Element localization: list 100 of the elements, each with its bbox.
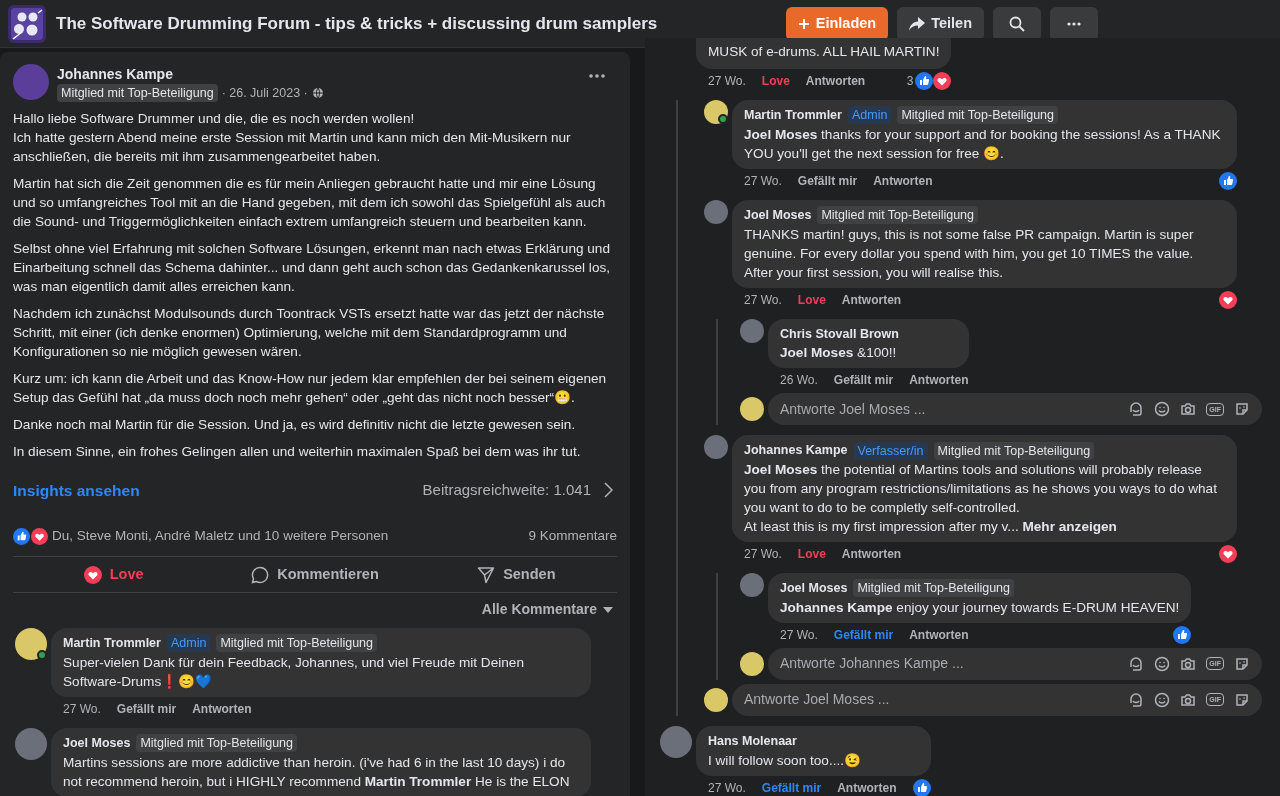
author-name[interactable]: Johannes Kampe xyxy=(744,441,848,460)
sticker-icon[interactable] xyxy=(1128,401,1145,418)
author-name[interactable]: Johannes Kampe xyxy=(57,64,581,84)
like-icon xyxy=(912,778,931,796)
send-icon xyxy=(477,565,496,584)
member-badge: Admin xyxy=(847,106,892,125)
like-icon xyxy=(13,527,30,545)
avatar xyxy=(704,687,728,712)
avatar[interactable] xyxy=(15,628,47,660)
camera-icon[interactable] xyxy=(1180,401,1197,418)
group-title[interactable]: The Software Drumming Forum - tips & tricks + discussing drum samplers xyxy=(56,13,658,33)
author-name[interactable]: Chris Stovall Brown xyxy=(780,324,899,344)
react-link[interactable]: Love xyxy=(797,545,826,563)
comment-time[interactable]: 27 Wo. xyxy=(708,778,746,796)
reply-link[interactable]: Antworten xyxy=(841,545,902,563)
member-badge: Mitglied mit Top-Beteiligung xyxy=(933,441,1095,460)
member-badge: Verfasser/in xyxy=(853,441,928,460)
react-link[interactable]: Gefällt mir xyxy=(833,625,894,644)
post-paragraph: Danke noch mal Martin für die Session. Und ja, es wird definitiv nicht die letzte gewesen sein. xyxy=(13,415,577,434)
camera-icon[interactable] xyxy=(1180,655,1197,672)
comment-text: Johannes Kampe enjoy your journey towards E-DRUM HEAVEN! xyxy=(780,598,1180,617)
reply-link[interactable]: Antworten xyxy=(805,72,866,90)
reply-link[interactable]: Antworten xyxy=(909,371,969,390)
reach-text: Beitragsreichweite: 1.041 xyxy=(422,480,591,501)
react-link[interactable]: Gefällt mir xyxy=(833,371,894,390)
react-link[interactable]: Love xyxy=(797,290,826,309)
comment-time[interactable]: 27 Wo. xyxy=(744,171,782,190)
author-name[interactable]: Joel Moses xyxy=(63,733,131,753)
reaction-summary[interactable]: Du, Steve Monti, André Maletz und 10 weitere Personen xyxy=(52,525,389,547)
comment-text: THANKS martin! guys, this is not some false PR campaign. Martin is super genuine. For every dollar you spend with him, you get 10 TIMES the value. After your first session, you will realise this. xyxy=(744,225,1195,282)
sticker-icon[interactable] xyxy=(1234,655,1250,672)
post-paragraph: Nachdem ich zunächst Modulsounds durch Toontrack VSTs ersetzt hatte war das jetzt der nächste Schritt, mit einer (ich denke enormen) Optimierung, welche mit dem Standardprogramm und Konfigurationen so nie möglich gewesen wären. xyxy=(13,304,606,361)
comment-time[interactable]: 27 Wo. xyxy=(708,72,746,90)
comment-text: Super-vielen Dank für dein Feedback, Johannes, und viel Freude mit Deinen Software-Drums❗😊💙 xyxy=(63,653,525,691)
sort-dropdown[interactable]: Alle Kommentare xyxy=(481,599,613,620)
member-badge: Mitglied mit Top-Beteiligung xyxy=(817,206,978,225)
member-badge: Mitglied mit Top-Beteiligung xyxy=(57,84,218,103)
send-button[interactable]: Senden xyxy=(415,557,617,592)
comment-count[interactable]: 9 Kommentare xyxy=(528,525,617,547)
reply-link[interactable]: Antworten xyxy=(841,290,902,309)
author-name[interactable]: Martin Trommler xyxy=(63,634,161,653)
member-badge: Mitglied mit Top-Beteiligung xyxy=(853,579,1014,598)
insights-link[interactable]: Insights ansehen xyxy=(13,478,140,502)
avatar xyxy=(740,651,764,676)
member-badge: Mitglied mit Top-Beteiligung xyxy=(216,634,377,653)
love-button[interactable]: Love xyxy=(13,557,215,592)
reply-link[interactable]: Antworten xyxy=(873,171,933,190)
member-badge: Mitglied mit Top-Beteiligung xyxy=(136,734,297,753)
emoji-icon[interactable] xyxy=(1154,401,1171,418)
author-name[interactable]: Martin Trommler xyxy=(744,106,842,125)
plus-icon xyxy=(797,17,810,30)
post-paragraph: In diesem Sinne, ein frohes Gelingen allen und weiterhin maximalen Spaß bei dem was ihr tut. xyxy=(13,442,582,461)
react-link[interactable]: Love xyxy=(761,72,790,90)
comment-time[interactable]: 27 Wo. xyxy=(744,290,782,309)
react-link[interactable]: Gefällt mir xyxy=(761,778,822,796)
reply-link[interactable]: Antworten xyxy=(192,699,252,718)
post-paragraph: Martin hat sich die Zeit genommen die es für mein Anliegen gebraucht hatte und mir eine Lösung und so umfangreiches Tool mit an die Hand gegeben, mit dem ich sowohl das Spielgefühl als auch die Sound- und Triggermöglichkeiten einfach extrem umfangreich steuern und bearbeiten kann. xyxy=(13,174,607,231)
comment-time[interactable]: 27 Wo. xyxy=(780,625,818,644)
post-paragraph: Hallo liebe Software Drummer und die, die es noch werden wollen! Ich hatte gestern Abend meine erste Session mit Martin und kann mich den Mit-Musikern nur anschließen, die bereits mit ihm zusammengearbeitet haben. xyxy=(13,109,572,166)
comment-text: Joel Moses &100!! xyxy=(780,344,898,363)
like-icon xyxy=(1219,171,1237,190)
react-link[interactable]: Gefällt mir xyxy=(116,699,177,718)
comment-text: Martins sessions are more addictive than heroin. (i've had 6 in the last 10 days) i do not recommend heroin, but i HIGHLY recommend Martin Trommler He is the ELON xyxy=(63,753,571,791)
more-icon xyxy=(1067,21,1081,26)
post-date[interactable]: · 26. Juli 2023 · xyxy=(221,84,308,103)
reply-link[interactable]: Antworten xyxy=(837,778,897,796)
sticker-icon[interactable] xyxy=(1128,655,1145,672)
author-name[interactable]: Hans Molenaar xyxy=(708,731,797,751)
post-paragraph: Selbst ohne viel Erfahrung mit solchen Software Lösungen, erkennt man nach etwas Erklärung und Einarbeitung schnell das Schema dahinter... und dann geht auch schon das Gedankenkarussel los, was man eigentlich damit alles erreichen kann. xyxy=(13,239,611,296)
more-icon[interactable] xyxy=(589,74,605,78)
emoji-icon[interactable] xyxy=(1154,655,1171,672)
react-link[interactable]: Gefällt mir xyxy=(797,171,858,190)
share-icon xyxy=(909,16,926,31)
camera-icon[interactable] xyxy=(1180,691,1197,708)
comment-time[interactable]: 27 Wo. xyxy=(63,699,101,718)
caret-down-icon xyxy=(603,606,613,613)
more-button[interactable] xyxy=(1050,6,1098,41)
share-button[interactable]: Teilen xyxy=(897,6,984,41)
search-icon xyxy=(1009,15,1025,32)
comment-time[interactable]: 27 Wo. xyxy=(744,545,782,563)
globe-icon xyxy=(311,87,324,100)
like-icon xyxy=(915,72,934,90)
sticker-icon[interactable] xyxy=(1234,401,1250,418)
reply-link[interactable]: Antworten xyxy=(909,625,969,644)
more-link[interactable]: Mehr anzeigen xyxy=(1022,519,1117,534)
sticker-icon[interactable] xyxy=(1234,691,1250,708)
author-name[interactable]: Joel Moses xyxy=(744,205,812,225)
comment-text: Joel Moses the potential of Martins tools and solutions will probably release you from any program restrictions/limitations as he shows you ways to do what you want to do to be completly self-controlled. At least this is my first impression after my v... Mehr anzeigen xyxy=(744,461,1218,536)
avatar[interactable] xyxy=(704,100,728,124)
emoji-icon[interactable] xyxy=(1154,691,1171,708)
comment-button[interactable]: Kommentieren xyxy=(214,557,416,592)
drum-icon[interactable] xyxy=(8,4,46,43)
chevron-right-icon[interactable] xyxy=(603,482,613,499)
comment-text: I will follow soon too....😉 xyxy=(708,751,862,770)
author-name[interactable]: Joel Moses xyxy=(780,579,848,598)
search-button[interactable] xyxy=(993,6,1041,41)
reaction-count: 3 xyxy=(906,73,914,90)
comment-text: Joel Moses thanks for your support and for booking the sessions! As a THANK YOU you'll get the next session for free 😊. xyxy=(744,125,1222,163)
comment-time[interactable]: 26 Wo. xyxy=(780,371,818,390)
sticker-icon[interactable] xyxy=(1128,691,1145,708)
